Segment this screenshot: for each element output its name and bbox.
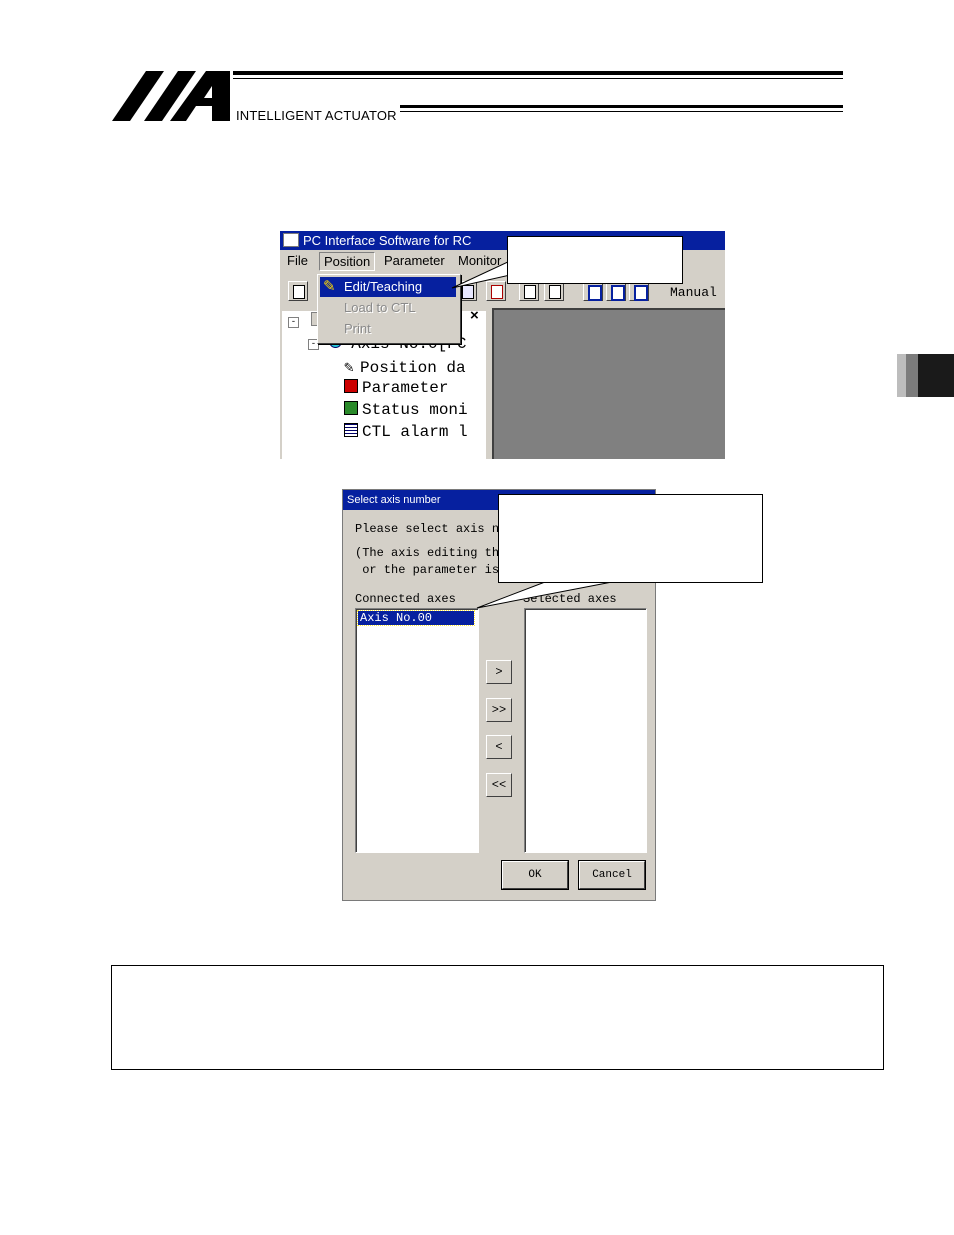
brand-text: INTELLIGENT ACTUATOR <box>236 108 397 123</box>
header-rule-thick <box>233 71 843 75</box>
note-box <box>111 965 884 1070</box>
dialog-note-line1: (The axis editing th <box>355 546 500 560</box>
callout-box-1 <box>507 236 683 284</box>
remove-axis-button[interactable]: < <box>486 735 512 759</box>
selected-axes-label: Selected axes <box>523 592 617 606</box>
dialog-note-line2: or the parameter is <box>355 563 500 577</box>
header-rule-thin <box>233 78 843 79</box>
header-rule-thick-lower <box>400 105 843 108</box>
remove-all-axes-button[interactable]: << <box>486 773 512 797</box>
cancel-button[interactable]: Cancel <box>578 860 646 890</box>
main-window-screenshot: PC Interface Software for RC File Positi… <box>280 231 725 459</box>
chapter-tab <box>897 354 954 397</box>
add-axis-button[interactable]: > <box>486 660 512 684</box>
selected-axes-list[interactable] <box>524 608 647 853</box>
dialog-instruction: Please select axis n <box>355 522 500 536</box>
ok-button[interactable]: OK <box>501 860 569 890</box>
connected-axes-list[interactable]: Axis No.00 <box>355 608 479 853</box>
header-rule-thin-lower <box>400 111 843 112</box>
connected-axes-label: Connected axes <box>355 592 456 606</box>
list-item-axis-00[interactable]: Axis No.00 <box>357 610 475 626</box>
iai-logo <box>112 71 230 121</box>
callout-box-2 <box>498 494 763 583</box>
add-all-axes-button[interactable]: >> <box>486 698 512 722</box>
